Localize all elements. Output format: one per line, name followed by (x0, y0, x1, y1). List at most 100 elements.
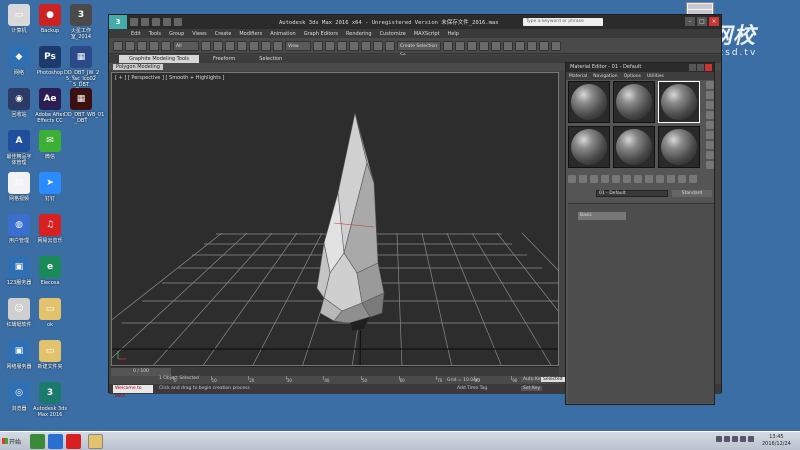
close-button[interactable]: × (709, 17, 719, 26)
keyboard-shortcut-icon[interactable] (337, 40, 347, 51)
select-by-name-icon[interactable] (213, 40, 223, 51)
undo-tool-icon[interactable] (113, 40, 123, 51)
app-logo-icon[interactable]: 3 (109, 15, 127, 29)
desktop-shortcut[interactable]: A 最佳精品字 体管理 (2, 130, 36, 166)
tray-volume-icon[interactable] (732, 436, 738, 442)
set-key-button[interactable]: Set Key (521, 386, 542, 391)
background-icon[interactable] (706, 101, 714, 109)
uv-tiling-icon[interactable] (706, 111, 714, 119)
pivot-icon[interactable] (313, 40, 323, 51)
unlink-icon[interactable] (149, 40, 159, 51)
material-menu-material[interactable]: Material (569, 74, 587, 79)
key-filter-dropdown[interactable]: Selected (541, 377, 565, 382)
tray-network-icon[interactable] (724, 436, 730, 442)
menu-item-tools[interactable]: Tools (149, 31, 161, 37)
sample-slot[interactable] (613, 126, 655, 168)
sample-slot[interactable] (568, 126, 610, 168)
desktop-shortcut[interactable]: ➤ 钉钉 (33, 172, 67, 202)
material-editor-title-bar[interactable]: Material Editor - 01 - Default (566, 63, 714, 72)
sample-slot[interactable] (613, 81, 655, 123)
desktop-shortcut[interactable]: ▦ DD_DBT_JW_2 5_Yac_Ico02 5_DBT (64, 46, 99, 88)
new-icon[interactable] (130, 18, 138, 26)
scale-icon[interactable] (273, 40, 283, 51)
desktop-shortcut[interactable]: Ps Photoshop (33, 46, 67, 76)
ribbon-tab-freeform[interactable]: Freeform (203, 55, 245, 63)
desktop-shortcut[interactable]: ◆ 网络 (2, 46, 36, 76)
desktop-shortcut[interactable]: ✉ 微信 (33, 130, 67, 160)
go-forward-icon[interactable] (689, 175, 697, 183)
video-color-check-icon[interactable] (706, 121, 714, 129)
material-editor-icon[interactable] (515, 40, 525, 51)
desktop-shortcut[interactable]: e Elecosa (33, 256, 67, 286)
material-menu-utilities[interactable]: Utilities (647, 74, 664, 79)
material-type-button[interactable]: Standard (672, 190, 712, 197)
schematic-icon[interactable] (503, 40, 513, 51)
search-input[interactable]: Type a keyword or phrase (523, 18, 603, 26)
region-select-icon[interactable] (225, 40, 235, 51)
window-crossing-icon[interactable] (237, 40, 247, 51)
material-menu-navigation[interactable]: Navigation (593, 74, 617, 79)
low-poly-mesh[interactable] (316, 112, 385, 332)
spinner-snap-icon[interactable] (385, 40, 395, 51)
link-icon[interactable] (137, 40, 147, 51)
menu-item-views[interactable]: Views (192, 31, 206, 37)
menu-item-customize[interactable]: Customize (380, 31, 406, 37)
render-icon[interactable] (551, 40, 561, 51)
desktop-shortcut[interactable]: ▭ 计算机 (2, 4, 36, 34)
desktop-shortcut[interactable]: ☺ 红蜻蜓软件 (2, 298, 36, 328)
material-id-icon[interactable] (645, 175, 653, 183)
make-unique-icon[interactable] (623, 175, 631, 183)
menu-item-graph-editors[interactable]: Graph Editors (304, 31, 338, 37)
tray-action-icon[interactable] (748, 436, 754, 442)
ribbon-tab-selection[interactable]: Selection (249, 55, 292, 63)
desktop-shortcut[interactable]: ▤ 网格视频 (2, 172, 36, 202)
sample-slot[interactable] (568, 81, 610, 123)
perspective-viewport[interactable]: [ + ] [ Perspective ] [ Smooth + Highlig… (111, 72, 559, 366)
backlight-icon[interactable] (706, 91, 714, 99)
snap-icon[interactable] (349, 40, 359, 51)
desktop-shortcut[interactable]: ● Backup (33, 4, 67, 34)
percent-snap-icon[interactable] (373, 40, 383, 51)
desktop-shortcut[interactable]: ▣ 网络服务器 (2, 340, 36, 370)
material-editor-maximize-button[interactable] (697, 64, 704, 71)
redo-icon[interactable] (174, 18, 182, 26)
redo-tool-icon[interactable] (125, 40, 135, 51)
desktop-shortcut[interactable]: ◎ 浏览器 (2, 382, 36, 412)
select-manipulate-icon[interactable] (325, 40, 335, 51)
copy-material-icon[interactable] (612, 175, 620, 183)
menu-item-maxscript[interactable]: MAXScript (414, 31, 440, 37)
material-navigator-icon[interactable] (706, 161, 714, 169)
menu-item-create[interactable]: Create (215, 31, 232, 37)
mirror-icon[interactable] (443, 40, 453, 51)
basic-parameters-rollout[interactable]: Basic (578, 212, 626, 220)
sample-type-icon[interactable] (706, 81, 714, 89)
reference-coordinate-dropdown[interactable]: View (285, 40, 311, 51)
material-name-field[interactable]: 01 - Default (596, 190, 668, 197)
maxscript-listener[interactable]: Welcome to MAX: (113, 385, 153, 399)
curve-editor-icon[interactable] (491, 40, 501, 51)
select-by-material-icon[interactable] (706, 151, 714, 159)
show-end-result-icon[interactable] (667, 175, 675, 183)
bind-icon[interactable] (161, 40, 171, 51)
render-setup-icon[interactable] (527, 40, 537, 51)
assign-to-selection-icon[interactable] (590, 175, 598, 183)
title-bar[interactable]: 3 Autodesk 3ds Max 2016 x64 - Unregister… (109, 15, 721, 29)
graphite-icon[interactable] (479, 40, 489, 51)
menu-item-edit[interactable]: Edit (131, 31, 141, 37)
sample-slot-active[interactable] (658, 81, 700, 123)
render-frame-icon[interactable] (539, 40, 549, 51)
folder-taskbar-icon[interactable] (88, 434, 103, 449)
named-selection-dropdown[interactable]: Create Selection Se (397, 40, 441, 58)
show-map-icon[interactable] (656, 175, 664, 183)
desktop-shortcut[interactable]: ◍ 用户管理 (2, 214, 36, 244)
material-editor-close-button[interactable] (705, 64, 712, 71)
menu-item-help[interactable]: Help (448, 31, 459, 37)
desktop-shortcut[interactable]: ▭ ok (33, 298, 67, 328)
undo-icon[interactable] (163, 18, 171, 26)
menu-item-modifiers[interactable]: Modifiers (239, 31, 262, 37)
tray-input-icon[interactable] (740, 436, 746, 442)
browser-taskbar-icon[interactable] (30, 434, 45, 449)
rotate-icon[interactable] (261, 40, 271, 51)
options-icon[interactable] (706, 141, 714, 149)
get-material-icon[interactable] (568, 175, 576, 183)
